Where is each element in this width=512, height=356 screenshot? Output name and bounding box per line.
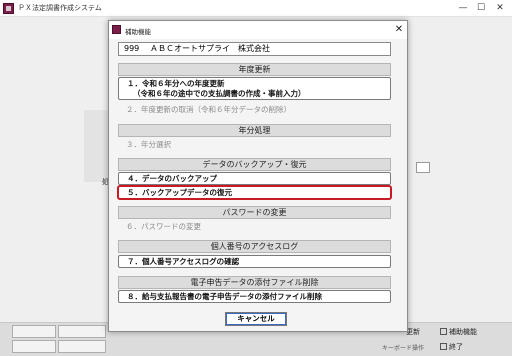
cancel-button[interactable]: キャンセル xyxy=(225,312,287,326)
year-update-button[interactable]: １．令和６年分への年度更新 （令和６年の途中での支払調書の作成・事前入力） xyxy=(118,77,391,100)
change-password-item: ６．パスワードの変更 xyxy=(126,222,201,231)
close-icon[interactable]: ✕ xyxy=(393,23,405,36)
dialog-titlebar: 補助機能 ✕ xyxy=(109,21,407,39)
function-key-button[interactable] xyxy=(58,325,106,338)
key-box-icon xyxy=(440,328,447,335)
key-box-icon xyxy=(440,343,447,350)
update-key-label[interactable]: 更新 xyxy=(406,327,420,337)
company-code: 999 xyxy=(124,44,140,53)
app-icon xyxy=(3,3,14,14)
minimize-icon[interactable]: — xyxy=(456,2,470,14)
section-header-password: パスワードの変更 xyxy=(118,206,391,219)
help-function-key[interactable]: 補助機能 xyxy=(440,327,477,337)
dialog-title: 補助機能 xyxy=(125,28,151,36)
background-panel xyxy=(84,110,108,150)
section-header-year-processing: 年分処理 xyxy=(118,124,391,137)
background-field[interactable] xyxy=(416,162,430,173)
menu-item-label: １．令和６年分への年度更新 xyxy=(127,79,225,88)
keyboard-operation-label[interactable]: キーボード操作 xyxy=(382,343,424,352)
menu-item-sublabel: （令和６年の途中での支払調書の作成・事前入力） xyxy=(133,89,306,98)
section-header-e-filing: 電子申告データの添付ファイル削除 xyxy=(118,276,391,289)
function-key-button[interactable] xyxy=(58,340,106,353)
app-icon xyxy=(112,25,121,34)
function-key-button[interactable] xyxy=(12,340,56,353)
close-icon[interactable]: ✕ xyxy=(493,2,507,14)
access-log-button[interactable]: ７．個人番号アクセスログの確認 xyxy=(118,255,391,268)
cancel-year-update-item: ２．年度更新の取消（令和６年分データの削除） xyxy=(126,105,291,114)
section-header-backup-restore: データのバックアップ・復元 xyxy=(118,158,391,171)
restore-backup-button[interactable]: ５．バックアップデータの復元 xyxy=(118,186,391,199)
delete-attachment-button[interactable]: ８．給与支払報告書の電子申告データの添付ファイル削除 xyxy=(118,290,391,303)
backup-data-button[interactable]: ４．データのバックアップ xyxy=(118,172,391,185)
company-display: 999 ＡＢＣオートサプライ 株式会社 xyxy=(118,42,391,56)
company-name: ＡＢＣオートサプライ 株式会社 xyxy=(150,44,270,53)
year-select-item: ３．年分選択 xyxy=(126,140,171,149)
maximize-icon[interactable]: ☐ xyxy=(474,2,488,14)
section-header-access-log: 個人番号のアクセスログ xyxy=(118,240,391,253)
exit-function-key[interactable]: 終了 xyxy=(440,342,463,352)
function-key-button[interactable] xyxy=(12,325,56,338)
help-functions-dialog: 補助機能 ✕ 999 ＡＢＣオートサプライ 株式会社 年度更新 １．令和６年分への… xyxy=(108,20,408,332)
section-header-year-update: 年度更新 xyxy=(118,63,391,76)
window-title: ＰＸ法定調書作成システム xyxy=(18,4,102,12)
window-titlebar: ＰＸ法定調書作成システム — ☐ ✕ xyxy=(0,0,512,17)
